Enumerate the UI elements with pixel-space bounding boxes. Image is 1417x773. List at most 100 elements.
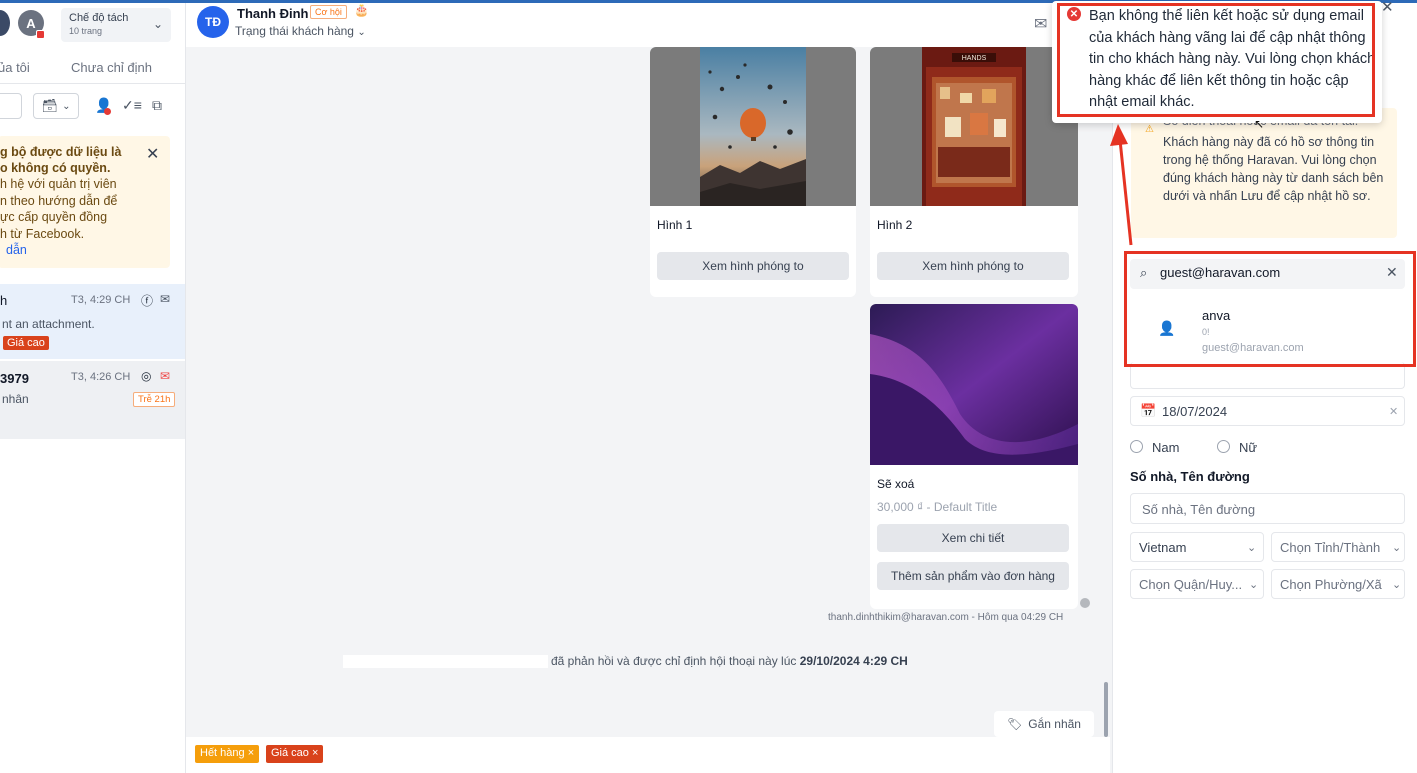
tab-unassigned[interactable]: Chưa chỉ định: [71, 60, 152, 75]
conversation-name: h: [0, 293, 8, 308]
card-title: Hình 1: [657, 218, 693, 232]
chat-header: TĐ Thanh Đinh Cơ hội 🎂 Trạng thái khách …: [186, 3, 1112, 47]
left-header: A Chế độ tách 10 trang ⌄: [0, 3, 185, 47]
gender-female-radio[interactable]: [1217, 440, 1230, 453]
conversation-time: T3, 4:26 CH: [71, 371, 131, 383]
customer-status-dropdown[interactable]: Trạng thái khách hàng ⌄: [235, 24, 366, 38]
tag-out-of-stock[interactable]: Hết hàng ×: [195, 745, 260, 763]
balloon-image: [700, 47, 806, 206]
mode-selector[interactable]: Chế độ tách 10 trang ⌄: [61, 8, 171, 42]
shop-sign-text: HANDS: [962, 55, 987, 62]
chevron-down-icon: ⌄: [1247, 542, 1257, 554]
country-select[interactable]: Vietnam ⌄: [1130, 532, 1264, 562]
product-image: [870, 304, 1078, 465]
page-avatar[interactable]: [0, 10, 10, 36]
warning-line-2: n theo hướng dẫn để: [0, 193, 118, 208]
warning-bold-2: o không có quyền.: [0, 161, 111, 175]
mode-title: Chế độ tách: [69, 12, 129, 24]
customer-status-label: Trạng thái khách hàng: [235, 24, 354, 38]
address-label: Số nhà, Tên đường: [1130, 469, 1250, 484]
list-toolbar: 🗃 ⌄ 👤 ✓≡ ⧉: [0, 88, 185, 124]
inbox-icon: 🗃: [41, 98, 59, 113]
assignment-note: đã phản hồi và được chỉ định hội thoại n…: [551, 654, 908, 668]
product-title: Sẽ xoá: [877, 477, 915, 491]
image-card: Hình 1 Xem hình phóng to: [650, 47, 856, 297]
gender-male-radio[interactable]: [1130, 440, 1143, 453]
district-placeholder: Chọn Quận/Huy...: [1139, 577, 1243, 592]
assignment-text: đã phản hồi và được chỉ định hội thoại n…: [551, 654, 797, 668]
inbox-filter-select[interactable]: 🗃 ⌄: [33, 93, 79, 119]
card-image: [650, 47, 856, 206]
ward-select[interactable]: Chọn Phường/Xã ⌄: [1271, 569, 1405, 599]
message-sender: thanh.dinhthikim@haravan.com - Hôm qua 0…: [828, 612, 1064, 623]
redacted-name: [343, 655, 548, 668]
tab-mine[interactable]: ủa tôi: [0, 60, 30, 75]
gender-male-label: Nam: [1152, 440, 1180, 455]
conversation-list-panel: A Chế độ tách 10 trang ⌄ ủa tôi Chưa chỉ…: [0, 3, 186, 773]
assign-user-badge: [104, 108, 111, 115]
avatar-status-badge: [36, 30, 45, 39]
address-placeholder: Số nhà, Tên đường: [1142, 502, 1256, 517]
permission-warning: g bộ được dữ liệu là o không có quyền. h…: [0, 136, 170, 268]
copy-icon[interactable]: ⧉: [152, 97, 162, 114]
mode-subtitle: 10 trang: [69, 26, 103, 36]
add-tag-button[interactable]: 🏷 Gắn nhãn: [994, 711, 1094, 737]
province-select[interactable]: Chọn Tỉnh/Thành ⌄: [1271, 532, 1405, 562]
birthday-field[interactable]: 📅 18/07/2024 ✕: [1130, 396, 1405, 426]
product-card: Sẽ xoá 30,000 ₫ - Default Title Xem chi …: [870, 304, 1078, 609]
country-value: Vietnam: [1139, 540, 1187, 555]
district-select[interactable]: Chọn Quận/Huy... ⌄: [1130, 569, 1264, 599]
mail-icon[interactable]: ✉: [1034, 14, 1047, 34]
product-wallpaper: [870, 304, 1078, 465]
province-placeholder: Chọn Tỉnh/Thành: [1280, 540, 1381, 555]
chevron-down-icon: ⌄: [1392, 579, 1402, 591]
customer-name[interactable]: Thanh Đinh: [237, 6, 309, 21]
card-image: HANDS: [870, 47, 1078, 206]
add-to-order-button[interactable]: Thêm sản phẩm vào đơn hàng: [877, 562, 1069, 590]
add-icon[interactable]: [1080, 598, 1090, 608]
conversation-name: 3979: [0, 371, 29, 386]
list-item[interactable]: 3979 T3, 4:26 CH ◎ ✉ nhân Trễ 21h: [0, 361, 185, 439]
highlight-box-toast: [1057, 3, 1375, 117]
chat-scrollbar[interactable]: [1104, 682, 1108, 737]
filter-input[interactable]: [0, 93, 22, 119]
tag-high-price[interactable]: Giá cao ×: [266, 745, 324, 763]
avatar-initials: TĐ: [205, 15, 221, 29]
conversation-tabs: ủa tôi Chưa chỉ định: [0, 50, 185, 84]
warning-bold-1: g bộ được dữ liệu là: [0, 145, 122, 159]
view-detail-button[interactable]: Xem chi tiết: [877, 524, 1069, 552]
zoom-image-button[interactable]: Xem hình phóng to: [657, 252, 849, 280]
tag-icon: 🏷: [1007, 717, 1023, 731]
gender-female-label: Nữ: [1239, 440, 1258, 455]
address-input[interactable]: Số nhà, Tên đường: [1130, 493, 1405, 524]
late-badge: Trễ 21h: [133, 392, 176, 407]
mail-icon: ✉: [160, 369, 171, 383]
mouse-cursor: ↖: [1254, 117, 1265, 131]
checklist-icon[interactable]: ✓≡: [122, 97, 142, 114]
conversation-time: T3, 4:29 CH: [71, 294, 131, 306]
facebook-icon: ⓕ: [141, 294, 154, 308]
conversation-message: nhân: [2, 392, 29, 406]
shop-image: HANDS: [922, 47, 1026, 206]
opportunity-badge: Cơ hội: [310, 5, 347, 19]
warning-text: Khách hàng này đã có hồ sơ thông tin tro…: [1163, 135, 1384, 203]
warning-line-3: ực cấp quyền đồng: [0, 210, 108, 224]
warning-guide-link[interactable]: dẫn: [0, 242, 170, 258]
zoom-image-button[interactable]: Xem hình phóng to: [877, 252, 1069, 280]
birthday-value: 18/07/2024: [1162, 404, 1228, 419]
clear-icon[interactable]: ✕: [1389, 405, 1398, 418]
calendar-icon: 📅: [1140, 403, 1157, 418]
close-icon[interactable]: ✕: [146, 144, 159, 164]
chat-area: Hình 1 Xem hình phóng to HANDS Hình 2 Xe…: [186, 47, 1110, 737]
cake-icon: 🎂: [354, 3, 369, 17]
ward-placeholder: Chọn Phường/Xã: [1280, 577, 1382, 592]
list-item[interactable]: h T3, 4:29 CH ⓕ ✉ nt an attachment. Giá …: [0, 284, 185, 359]
warning-line-1: h hệ với quản trị viên: [0, 177, 117, 191]
chevron-down-icon: ⌄: [152, 17, 163, 31]
conversation-message: nt an attachment.: [2, 317, 95, 331]
image-card: HANDS Hình 2 Xem hình phóng to: [870, 47, 1078, 297]
close-icon[interactable]: ✕: [1381, 0, 1394, 16]
assignment-time: 29/10/2024 4:29 CH: [799, 654, 908, 668]
tag-badge: Giá cao: [3, 336, 49, 350]
instagram-icon: ◎: [141, 369, 152, 383]
